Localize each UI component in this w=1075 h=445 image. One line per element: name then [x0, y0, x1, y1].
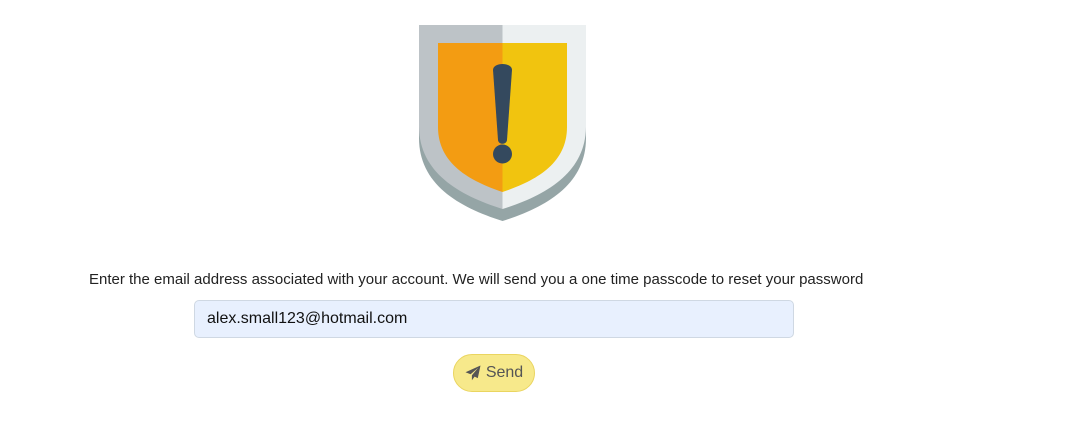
- send-button-label: Send: [485, 364, 524, 381]
- shield-warning-icon: [419, 25, 586, 221]
- email-input[interactable]: [194, 300, 794, 338]
- instruction-text: Enter the email address associated with …: [89, 271, 864, 288]
- paper-plane-icon: [465, 365, 481, 381]
- send-button[interactable]: Send: [453, 354, 535, 392]
